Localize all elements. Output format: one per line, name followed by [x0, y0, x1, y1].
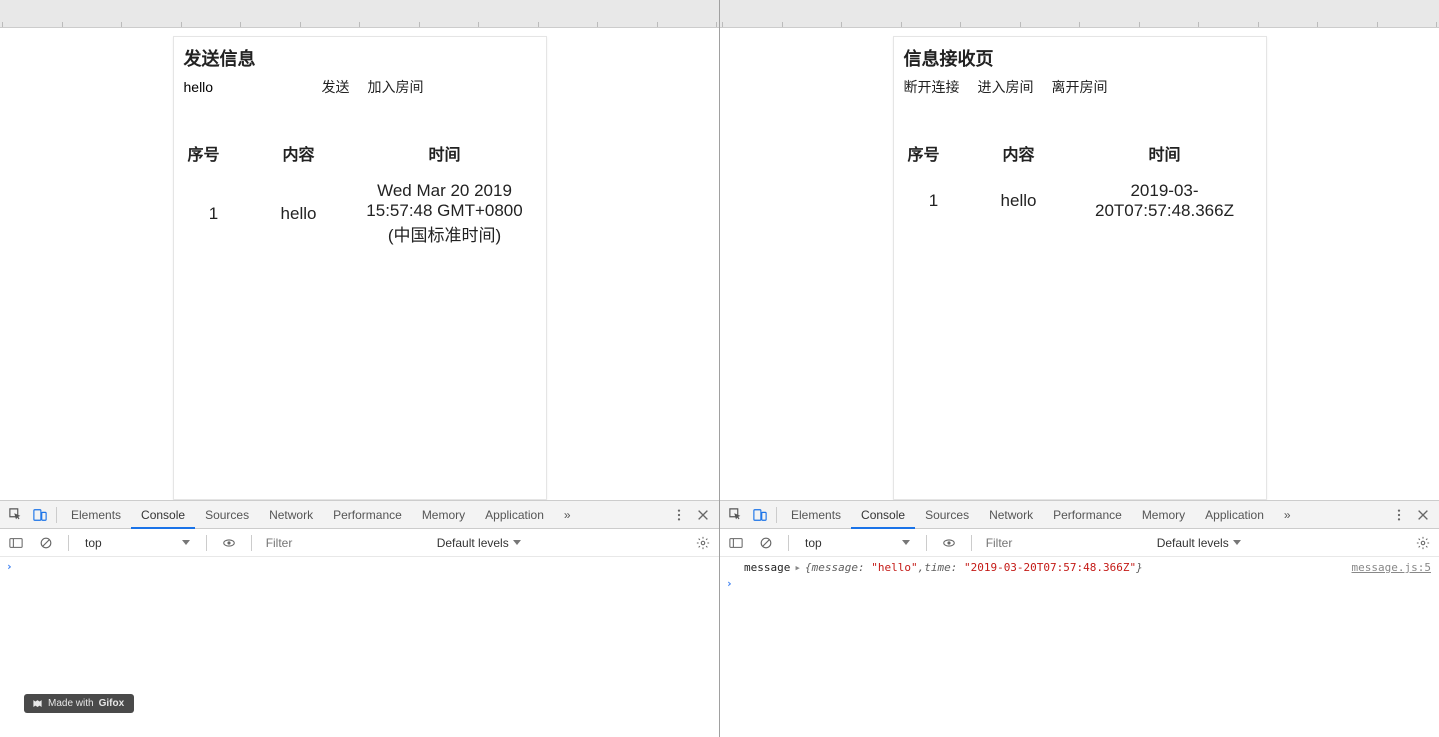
cell-content: hello [244, 179, 354, 248]
filter-input[interactable] [982, 534, 1145, 552]
col-time: 时间 [354, 137, 536, 179]
col-seq: 序号 [184, 137, 244, 179]
log-key-time: time: [924, 561, 957, 574]
tab-network[interactable]: Network [259, 501, 323, 529]
browser-ruler-right [720, 0, 1439, 28]
tab-memory[interactable]: Memory [1132, 501, 1195, 529]
cell-content: hello [964, 179, 1074, 223]
chevron-down-icon [902, 540, 910, 545]
log-val-message: "hello" [871, 561, 917, 574]
tab-performance[interactable]: Performance [1043, 501, 1132, 529]
tab-console[interactable]: Console [131, 501, 195, 529]
gifox-icon [32, 698, 43, 709]
live-expression-icon[interactable] [937, 531, 961, 555]
live-expression-icon[interactable] [217, 531, 241, 555]
leave-room-button[interactable]: 离开房间 [1052, 77, 1108, 97]
device-toggle-icon[interactable] [748, 503, 772, 527]
cell-time: Wed Mar 20 2019 15:57:48 GMT+0800 (中国标准时… [354, 179, 536, 248]
table-row: 1 hello Wed Mar 20 2019 15:57:48 GMT+080… [184, 179, 536, 248]
log-brace: { [805, 561, 812, 574]
tab-application[interactable]: Application [475, 501, 554, 529]
message-input[interactable] [184, 78, 304, 96]
send-title: 发送信息 [184, 45, 536, 71]
devtools-right: Elements Console Sources Network Perform… [720, 500, 1439, 737]
log-key-message: message: [812, 561, 865, 574]
kebab-icon[interactable] [1387, 503, 1411, 527]
settings-icon[interactable] [691, 531, 715, 555]
log-levels-select[interactable]: Default levels [1151, 536, 1247, 550]
watermark-brand: Gifox [99, 698, 125, 709]
tab-performance[interactable]: Performance [323, 501, 412, 529]
watermark-prefix: Made with [48, 698, 94, 709]
col-time: 时间 [1074, 137, 1256, 179]
table-row: 1 hello 2019-03-20T07:57:48.366Z [904, 179, 1256, 223]
console-output-right[interactable]: message ▸ { message: "hello" , time: "20… [720, 557, 1439, 737]
cell-seq: 1 [904, 179, 964, 223]
receive-title: 信息接收页 [904, 45, 1256, 71]
tab-elements[interactable]: Elements [61, 501, 131, 529]
levels-value: Default levels [437, 536, 509, 550]
send-button[interactable]: 发送 [322, 77, 350, 97]
chevron-down-icon [1233, 540, 1241, 545]
log-val-time: "2019-03-20T07:57:48.366Z" [964, 561, 1136, 574]
console-sidebar-icon[interactable] [4, 531, 28, 555]
tab-application[interactable]: Application [1195, 501, 1274, 529]
tab-overflow[interactable]: » [1274, 501, 1301, 529]
log-label: message [744, 561, 790, 574]
col-seq: 序号 [904, 137, 964, 179]
console-log-line[interactable]: message ▸ { message: "hello" , time: "20… [720, 559, 1439, 576]
log-levels-select[interactable]: Default levels [431, 536, 527, 550]
tab-overflow[interactable]: » [554, 501, 581, 529]
expand-icon[interactable]: ▸ [794, 561, 801, 574]
tab-console[interactable]: Console [851, 501, 915, 529]
disconnect-button[interactable]: 断开连接 [904, 77, 960, 97]
prompt-icon: › [6, 560, 13, 573]
kebab-icon[interactable] [667, 503, 691, 527]
close-icon[interactable] [691, 503, 715, 527]
device-toggle-icon[interactable] [28, 503, 52, 527]
receive-table: 序号 内容 时间 1 hello 2019-03-20T07:57:48.366… [904, 137, 1256, 223]
context-value: top [85, 536, 102, 550]
chevron-down-icon [182, 540, 190, 545]
context-select[interactable]: top [799, 536, 916, 550]
chevron-down-icon [513, 540, 521, 545]
close-icon[interactable] [1411, 503, 1435, 527]
join-room-button[interactable]: 加入房间 [368, 77, 424, 97]
prompt-icon: › [726, 577, 733, 590]
tab-memory[interactable]: Memory [412, 501, 475, 529]
inspect-icon[interactable] [4, 503, 28, 527]
browser-ruler-left [0, 0, 719, 28]
enter-room-button[interactable]: 进入房间 [978, 77, 1034, 97]
levels-value: Default levels [1157, 536, 1229, 550]
log-brace-close: } [1136, 561, 1143, 574]
log-comma: , [918, 561, 925, 574]
tab-sources[interactable]: Sources [195, 501, 259, 529]
log-source-link[interactable]: message.js:5 [1352, 561, 1431, 574]
settings-icon[interactable] [1411, 531, 1435, 555]
send-panel: 发送信息 发送 加入房间 序号 内容 时间 [173, 36, 547, 500]
filter-input[interactable] [262, 534, 425, 552]
context-select[interactable]: top [79, 536, 196, 550]
gifox-watermark: Made with Gifox [24, 694, 134, 713]
clear-console-icon[interactable] [754, 531, 778, 555]
send-table: 序号 内容 时间 1 hello Wed Mar 20 2019 15:57:4… [184, 137, 536, 248]
tab-elements[interactable]: Elements [781, 501, 851, 529]
col-content: 内容 [244, 137, 354, 179]
receive-panel: 信息接收页 断开连接 进入房间 离开房间 序号 内容 时间 [893, 36, 1267, 500]
clear-console-icon[interactable] [34, 531, 58, 555]
tab-sources[interactable]: Sources [915, 501, 979, 529]
tab-network[interactable]: Network [979, 501, 1043, 529]
inspect-icon[interactable] [724, 503, 748, 527]
col-content: 内容 [964, 137, 1074, 179]
cell-time: 2019-03-20T07:57:48.366Z [1074, 179, 1256, 223]
cell-seq: 1 [184, 179, 244, 248]
console-sidebar-icon[interactable] [724, 531, 748, 555]
context-value: top [805, 536, 822, 550]
